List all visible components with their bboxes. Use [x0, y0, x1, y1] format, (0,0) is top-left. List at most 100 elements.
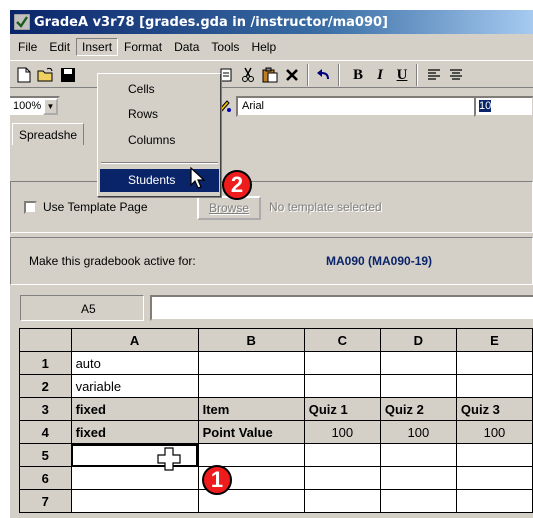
cell[interactable]: 100: [379, 420, 457, 444]
bold-icon[interactable]: B: [348, 65, 368, 85]
cell[interactable]: fixed: [70, 397, 199, 421]
new-file-icon[interactable]: [14, 65, 34, 85]
active-gradebook-label: Make this gradebook active for:: [29, 254, 196, 268]
cell[interactable]: [455, 466, 533, 490]
font-select[interactable]: Arial ▼: [236, 96, 500, 117]
table-row: 1 auto: [19, 351, 533, 375]
cell[interactable]: [303, 489, 381, 513]
font-value: Arial: [242, 100, 265, 112]
cell[interactable]: [455, 351, 533, 375]
align-center-icon[interactable]: [446, 65, 466, 85]
menu-item-rows[interactable]: Rows: [100, 103, 219, 126]
cell[interactable]: [303, 443, 381, 467]
formula-bar: A5: [10, 292, 533, 326]
italic-icon[interactable]: I: [370, 65, 390, 85]
cut-icon[interactable]: [238, 65, 258, 85]
app-check-icon: [13, 13, 31, 31]
delete-x-icon[interactable]: [282, 65, 302, 85]
row-header[interactable]: 4: [19, 420, 72, 444]
cell[interactable]: auto: [70, 351, 199, 375]
column-header-d[interactable]: D: [379, 328, 457, 352]
column-header-b[interactable]: B: [197, 328, 305, 352]
menu-data[interactable]: Data: [168, 38, 205, 56]
undo-icon[interactable]: [314, 65, 334, 85]
row-header[interactable]: 3: [19, 397, 72, 421]
browse-button[interactable]: Browse: [197, 196, 261, 220]
cell[interactable]: [197, 443, 305, 467]
menu-tools[interactable]: Tools: [205, 38, 245, 56]
column-header-c[interactable]: C: [303, 328, 381, 352]
row-header[interactable]: 1: [19, 351, 72, 375]
cell[interactable]: Quiz 2: [379, 397, 457, 421]
column-header-row: A B C D E: [19, 328, 533, 352]
cell[interactable]: [303, 466, 381, 490]
save-icon[interactable]: [58, 65, 78, 85]
cell[interactable]: Quiz 1: [303, 397, 381, 421]
row-header[interactable]: 5: [19, 443, 72, 467]
cell[interactable]: [303, 374, 381, 398]
zoom-value: 100%: [13, 100, 42, 112]
spreadsheet-grid: A B C D E 1 auto 2 variable 3 fixed Item…: [19, 328, 533, 513]
menu-item-cells[interactable]: Cells: [100, 78, 219, 101]
cell[interactable]: fixed: [70, 420, 199, 444]
chevron-down-icon[interactable]: ▼: [43, 98, 58, 115]
corner-cell[interactable]: [19, 328, 72, 352]
table-row: 5: [19, 443, 533, 467]
menu-format[interactable]: Format: [118, 38, 168, 56]
menu-item-columns[interactable]: Columns: [100, 129, 219, 152]
cell[interactable]: [455, 489, 533, 513]
active-gradebook-value[interactable]: MA090 (MA090-19): [326, 254, 432, 268]
cell[interactable]: Point Value: [197, 420, 305, 444]
cell[interactable]: 100: [303, 420, 381, 444]
column-header-a[interactable]: A: [70, 328, 199, 352]
crosshair-pointer-icon: [157, 447, 181, 474]
tab-spreadsheet[interactable]: Spreadshe: [12, 123, 85, 145]
cell[interactable]: [379, 489, 457, 513]
cell[interactable]: Quiz 3: [455, 397, 533, 421]
toolbar-separator: [307, 64, 309, 86]
row-header[interactable]: 2: [19, 374, 72, 398]
table-row: 3 fixed Item Quiz 1 Quiz 2 Quiz 3: [19, 397, 533, 421]
use-template-checkbox[interactable]: [24, 201, 37, 214]
cell[interactable]: Item: [197, 397, 305, 421]
cell[interactable]: [455, 374, 533, 398]
cell[interactable]: [70, 489, 199, 513]
row-header[interactable]: 6: [19, 466, 72, 490]
menu-insert[interactable]: Insert: [76, 38, 119, 56]
cell[interactable]: [197, 374, 305, 398]
toolbar-separator: [338, 64, 340, 86]
menu-file[interactable]: File: [12, 38, 43, 56]
font-size-select[interactable]: 10: [474, 96, 533, 117]
tab-strip: Spreadshe: [10, 123, 533, 179]
cell[interactable]: 100: [455, 420, 533, 444]
callout-step-1: 1: [202, 465, 232, 495]
active-gradebook-panel: Make this gradebook active for: MA090 (M…: [10, 237, 533, 285]
template-status: No template selected: [269, 200, 382, 214]
formula-input[interactable]: [150, 295, 533, 321]
cell[interactable]: variable: [70, 374, 199, 398]
cell[interactable]: [379, 351, 457, 375]
row-header[interactable]: 7: [19, 489, 72, 513]
table-row: 2 variable: [19, 374, 533, 398]
table-row: 6: [19, 466, 533, 490]
paste-icon[interactable]: [260, 65, 280, 85]
cell[interactable]: [379, 374, 457, 398]
menu-bar: File Edit Insert Format Data Tools Help: [10, 36, 533, 58]
cell[interactable]: [455, 443, 533, 467]
cell[interactable]: [303, 351, 381, 375]
column-header-e[interactable]: E: [455, 328, 533, 352]
format-toolbar: 100% ▼ Arial ▼ 10: [10, 92, 533, 120]
underline-icon[interactable]: U: [392, 65, 412, 85]
use-template-label: Use Template Page: [43, 200, 148, 214]
font-size-value: 10: [479, 100, 492, 112]
cell[interactable]: [197, 351, 305, 375]
cell[interactable]: [379, 466, 457, 490]
menu-separator: [101, 162, 218, 164]
open-folder-icon[interactable]: [36, 65, 56, 85]
menu-help[interactable]: Help: [245, 38, 282, 56]
align-left-icon[interactable]: [424, 65, 444, 85]
cell-reference-value: A5: [81, 302, 96, 316]
menu-edit[interactable]: Edit: [43, 38, 76, 56]
cell[interactable]: [379, 443, 457, 467]
zoom-select[interactable]: 100% ▼: [10, 96, 60, 117]
